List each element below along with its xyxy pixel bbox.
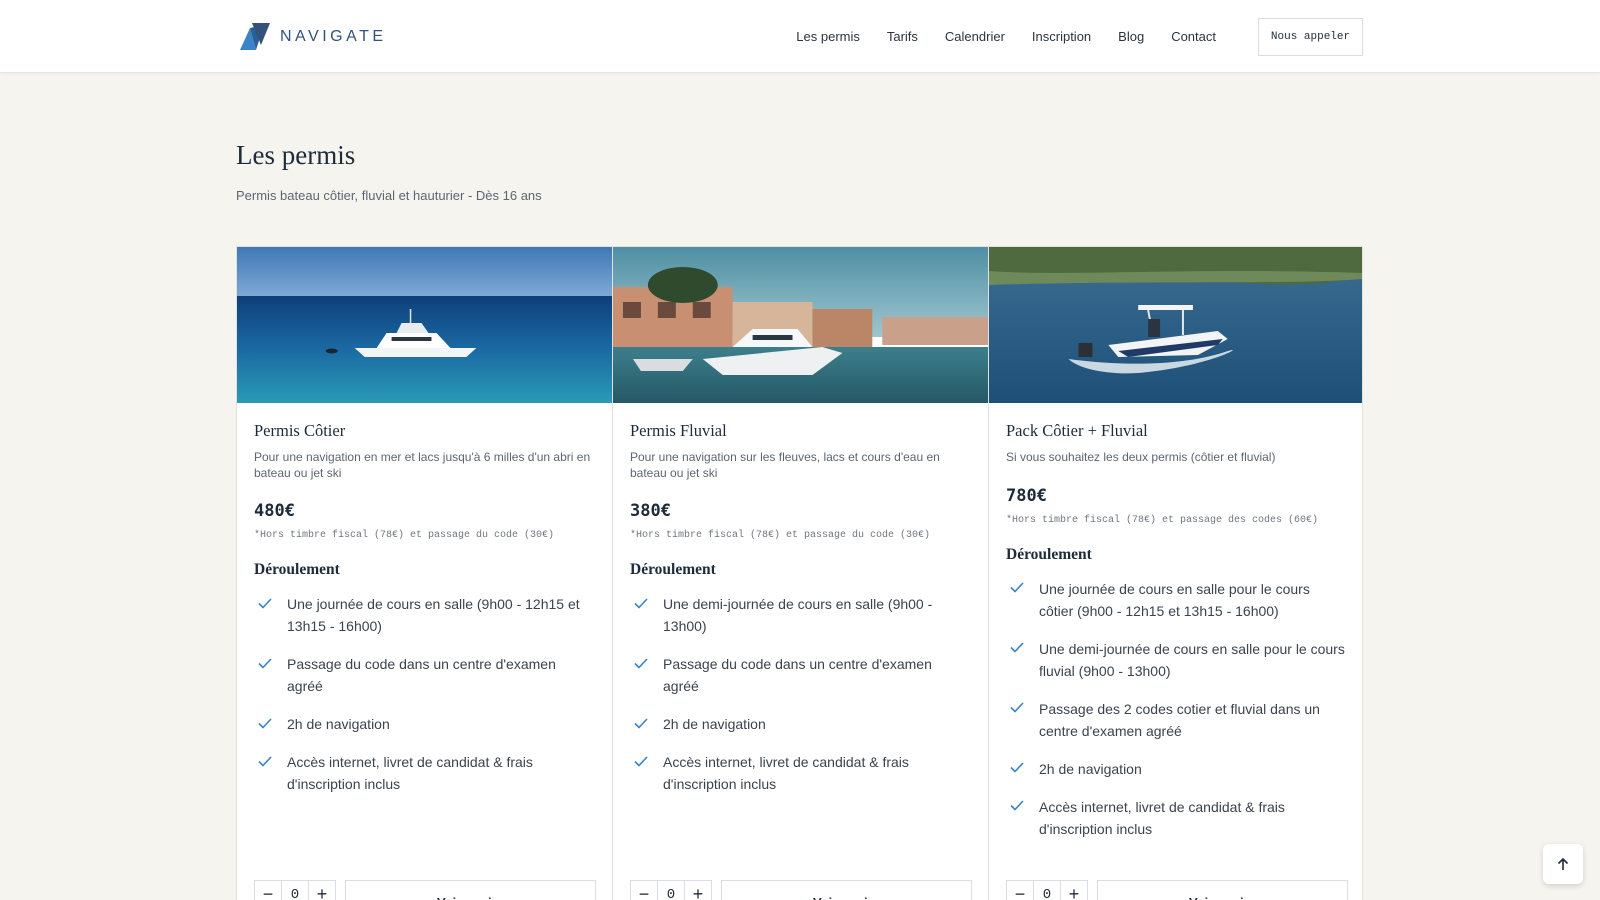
site-header: NAVIGATE Les permis Tarifs Calendrier In… bbox=[0, 0, 1600, 73]
minus-icon[interactable]: − bbox=[631, 881, 657, 900]
card-price: 380€ bbox=[630, 501, 671, 521]
quantity-value[interactable]: 0 bbox=[657, 881, 685, 900]
nav-link-tarifs[interactable]: Tarifs bbox=[887, 29, 918, 44]
quantity-stepper: − 0 + bbox=[1006, 880, 1088, 900]
logo-text: NAVIGATE bbox=[280, 27, 387, 45]
check-icon bbox=[258, 713, 275, 733]
steps-title: Déroulement bbox=[1006, 545, 1092, 563]
quantity-value[interactable]: 0 bbox=[1033, 881, 1061, 900]
card-footer: − 0 + Voir panier bbox=[1006, 865, 1348, 900]
card-title: Pack Côtier + Fluvial bbox=[1006, 421, 1148, 440]
steps-title: Déroulement bbox=[630, 561, 716, 578]
card-title: Permis Fluvial bbox=[630, 421, 727, 440]
check-icon bbox=[258, 593, 275, 613]
nav-link-blog[interactable]: Blog bbox=[1118, 29, 1144, 44]
logo-icon bbox=[240, 23, 270, 50]
view-cart-button[interactable]: Voir panier bbox=[345, 880, 596, 900]
check-icon bbox=[634, 653, 651, 673]
steps-list: Une demi-journée de cours en salle (9h00… bbox=[630, 593, 971, 795]
scroll-to-top-button[interactable] bbox=[1543, 844, 1583, 884]
card-image bbox=[989, 247, 1362, 403]
card-image bbox=[237, 247, 612, 403]
quantity-value[interactable]: 0 bbox=[281, 881, 309, 900]
card-description: Pour une navigation en mer et lacs jusqu… bbox=[254, 450, 591, 480]
step-item: Accès internet, livret de candidat & fra… bbox=[630, 751, 971, 795]
card-title: Permis Côtier bbox=[254, 421, 346, 440]
page-subtitle: Permis bateau côtier, fluvial et hauturi… bbox=[236, 188, 542, 203]
quantity-stepper: − 0 + bbox=[630, 880, 712, 900]
nav-link-contact[interactable]: Contact bbox=[1171, 29, 1216, 44]
check-icon bbox=[1010, 638, 1027, 658]
card-price-note: *Hors timbre fiscal (78€) et passage des… bbox=[1006, 514, 1319, 526]
card-image bbox=[613, 247, 988, 403]
step-item: Une journée de cours en salle pour le co… bbox=[1006, 578, 1345, 622]
check-icon bbox=[1010, 578, 1027, 598]
license-cards: Permis Côtier Pour une navigation en mer… bbox=[236, 246, 1363, 900]
check-icon bbox=[634, 713, 651, 733]
view-cart-button[interactable]: Voir panier bbox=[1097, 880, 1348, 900]
step-item: Accès internet, livret de candidat & fra… bbox=[1006, 796, 1345, 840]
card-price: 780€ bbox=[1006, 485, 1047, 506]
check-icon bbox=[258, 751, 275, 771]
nav-link-les-permis[interactable]: Les permis bbox=[796, 29, 860, 44]
card-permis-cotier: Permis Côtier Pour une navigation en mer… bbox=[236, 246, 612, 900]
call-button[interactable]: Nous appeler bbox=[1258, 18, 1363, 56]
plus-icon[interactable]: + bbox=[309, 881, 335, 900]
steps-list: Une journée de cours en salle pour le co… bbox=[1006, 578, 1345, 840]
nav-link-inscription[interactable]: Inscription bbox=[1032, 29, 1091, 44]
step-item: 2h de navigation bbox=[630, 713, 971, 735]
card-permis-fluvial: Permis Fluvial Pour une navigation sur l… bbox=[612, 246, 988, 900]
arrow-up-icon bbox=[1557, 857, 1569, 870]
plus-icon[interactable]: + bbox=[1061, 881, 1087, 900]
steps-list: Une journée de cours en salle (9h00 - 12… bbox=[254, 593, 595, 795]
quantity-stepper: − 0 + bbox=[254, 880, 336, 900]
card-description: Pour une navigation sur les fleuves, lac… bbox=[630, 450, 940, 480]
step-item: 2h de navigation bbox=[254, 713, 595, 735]
check-icon bbox=[634, 751, 651, 771]
step-item: Une demi-journée de cours en salle pour … bbox=[1006, 638, 1345, 682]
minus-icon[interactable]: − bbox=[1007, 881, 1033, 900]
card-pack-cotier-fluvial: Pack Côtier + Fluvial Si vous souhaitez … bbox=[988, 246, 1363, 900]
step-item: Passage des 2 codes cotier et fluvial da… bbox=[1006, 698, 1345, 742]
main-nav: Les permis Tarifs Calendrier Inscription… bbox=[769, 0, 1216, 73]
view-cart-button[interactable]: Voir panier bbox=[721, 880, 972, 900]
card-price: 480€ bbox=[254, 501, 295, 521]
check-icon bbox=[1010, 796, 1027, 816]
card-price-note: *Hors timbre fiscal (78€) et passage du … bbox=[630, 530, 931, 541]
step-item: Passage du code dans un centre d'examen … bbox=[630, 653, 971, 697]
check-icon bbox=[1010, 698, 1027, 718]
step-item: Accès internet, livret de candidat & fra… bbox=[254, 751, 595, 795]
minus-icon[interactable]: − bbox=[255, 881, 281, 900]
nav-link-calendrier[interactable]: Calendrier bbox=[945, 29, 1005, 44]
check-icon bbox=[258, 653, 275, 673]
steps-title: Déroulement bbox=[254, 561, 340, 578]
step-item: Une journée de cours en salle (9h00 - 12… bbox=[254, 593, 595, 637]
step-item: Une demi-journée de cours en salle (9h00… bbox=[630, 593, 971, 637]
step-item: 2h de navigation bbox=[1006, 758, 1345, 780]
card-description: Si vous souhaitez les deux permis (côtie… bbox=[1006, 450, 1276, 464]
step-item: Passage du code dans un centre d'examen … bbox=[254, 653, 595, 697]
page-title: Les permis bbox=[236, 140, 356, 170]
check-icon bbox=[634, 593, 651, 613]
plus-icon[interactable]: + bbox=[685, 881, 711, 900]
card-price-note: *Hors timbre fiscal (78€) et passage du … bbox=[254, 530, 555, 541]
card-footer: − 0 + Voir panier bbox=[630, 865, 972, 900]
check-icon bbox=[1010, 758, 1027, 778]
card-footer: − 0 + Voir panier bbox=[254, 865, 596, 900]
logo[interactable]: NAVIGATE bbox=[240, 23, 387, 50]
